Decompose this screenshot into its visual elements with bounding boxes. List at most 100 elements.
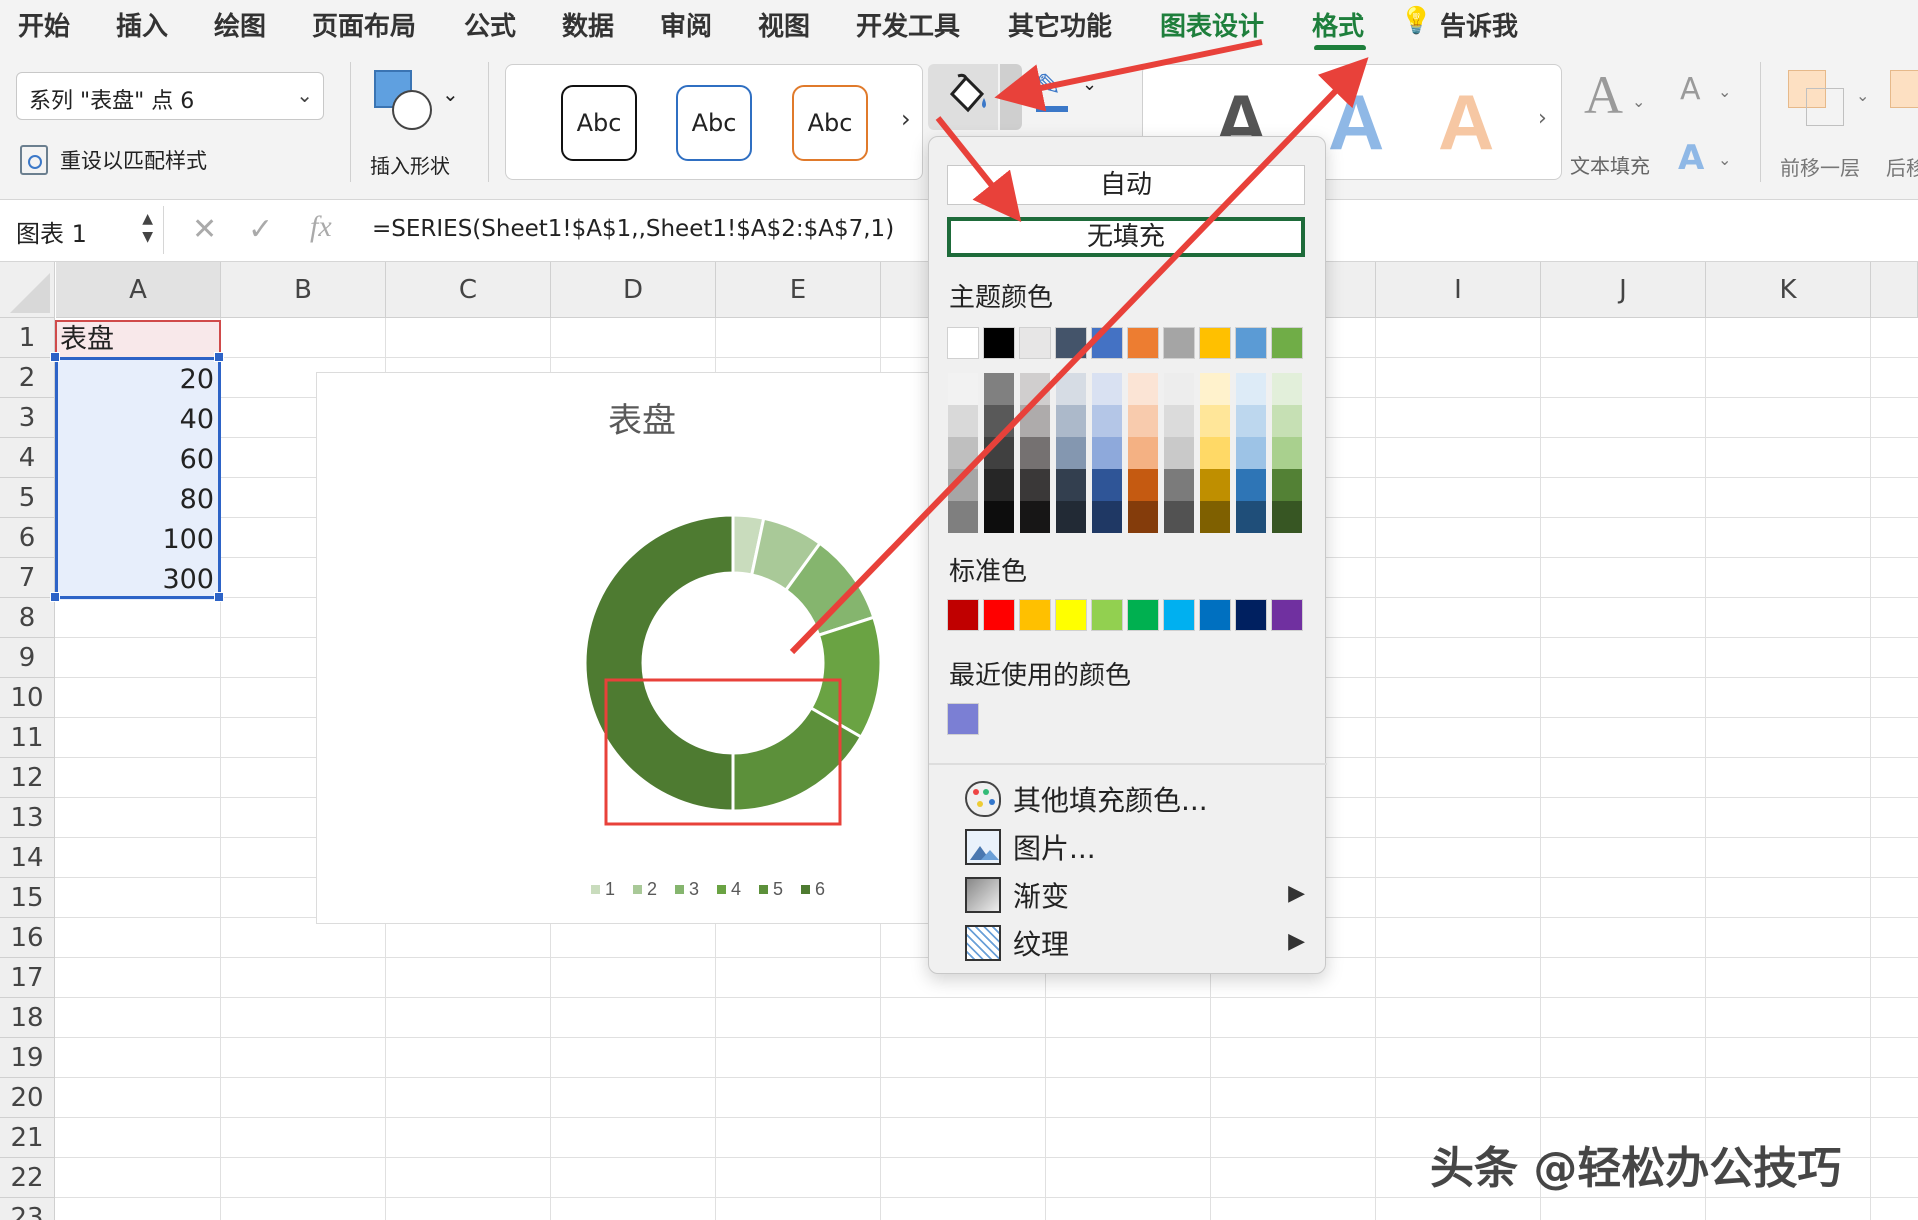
shape-fill-button[interactable]: ⌄: [928, 64, 1022, 130]
standard-color-swatch[interactable]: [983, 599, 1015, 631]
row-header-17[interactable]: 17: [0, 958, 55, 998]
theme-shade-swatch[interactable]: [1020, 405, 1050, 437]
menu-formulas[interactable]: 公式: [464, 6, 516, 43]
column-header-a[interactable]: A: [56, 262, 221, 318]
theme-shade-swatch[interactable]: [1128, 437, 1158, 469]
row-header-21[interactable]: 21: [0, 1118, 55, 1158]
theme-shade-swatch[interactable]: [1164, 437, 1194, 469]
row-header-8[interactable]: 8: [0, 598, 55, 638]
theme-shade-swatch[interactable]: [1128, 501, 1158, 533]
reset-to-match-style-button[interactable]: 重设以匹配样式: [20, 140, 207, 180]
menu-page-layout[interactable]: 页面布局: [312, 6, 416, 43]
theme-shade-swatch[interactable]: [984, 469, 1014, 501]
lightbulb-icon[interactable]: 💡: [1400, 6, 1432, 36]
theme-shade-swatch[interactable]: [1164, 373, 1194, 405]
row-header-5[interactable]: 5: [0, 478, 55, 518]
legend-swatch-5[interactable]: [759, 885, 768, 894]
menu-other[interactable]: 其它功能: [1008, 6, 1112, 43]
standard-color-swatch[interactable]: [1091, 599, 1123, 631]
theme-shade-swatch[interactable]: [1272, 373, 1302, 405]
shape-outline-button[interactable]: ✎ ⌄: [1030, 68, 1097, 118]
legend-swatch-6[interactable]: [801, 885, 810, 894]
column-header-c[interactable]: C: [386, 262, 551, 318]
text-outline-icon[interactable]: A: [1680, 72, 1701, 107]
row-header-2[interactable]: 2: [0, 358, 55, 398]
legend-label-1[interactable]: 1: [605, 879, 615, 899]
doughnut-chart[interactable]: 表盘 123456: [316, 372, 968, 924]
theme-shade-swatch[interactable]: [1092, 437, 1122, 469]
row-header-7[interactable]: 7: [0, 558, 55, 598]
legend-label-3[interactable]: 3: [689, 879, 699, 899]
legend-swatch-2[interactable]: [633, 885, 642, 894]
standard-color-swatch[interactable]: [1055, 599, 1087, 631]
theme-color-swatch[interactable]: [1271, 327, 1303, 359]
theme-color-swatch[interactable]: [983, 327, 1015, 359]
standard-color-swatch[interactable]: [1019, 599, 1051, 631]
menu-view[interactable]: 视图: [758, 6, 810, 43]
column-header-j[interactable]: J: [1541, 262, 1706, 318]
column-header-d[interactable]: D: [551, 262, 716, 318]
theme-shade-swatch[interactable]: [984, 405, 1014, 437]
column-header-k[interactable]: K: [1706, 262, 1871, 318]
theme-shade-swatch[interactable]: [1020, 373, 1050, 405]
shape-style-orange[interactable]: Abc: [792, 85, 868, 161]
column-header-b[interactable]: B: [221, 262, 386, 318]
column-header-l[interactable]: [1871, 262, 1918, 318]
row-header-18[interactable]: 18: [0, 998, 55, 1038]
row-header-9[interactable]: 9: [0, 638, 55, 678]
name-box[interactable]: 图表 1 ▲ ▼: [0, 206, 164, 254]
theme-shade-swatch[interactable]: [1200, 405, 1230, 437]
theme-shade-swatch[interactable]: [1092, 405, 1122, 437]
cell-a2[interactable]: 20: [56, 360, 220, 400]
wordart-style-blue[interactable]: A: [1328, 77, 1384, 168]
theme-shade-swatch[interactable]: [984, 437, 1014, 469]
legend-swatch-3[interactable]: [675, 885, 684, 894]
row-header-11[interactable]: 11: [0, 718, 55, 758]
cell-a3[interactable]: 40: [56, 400, 220, 440]
more-fill-colors-option[interactable]: 其他填充颜色...: [965, 777, 1305, 821]
theme-shade-swatch[interactable]: [948, 501, 978, 533]
cell-a6[interactable]: 100: [56, 520, 220, 560]
theme-color-swatch[interactable]: [1163, 327, 1195, 359]
shape-style-blue[interactable]: Abc: [676, 85, 752, 161]
menu-draw[interactable]: 绘图: [214, 6, 266, 43]
standard-color-swatch[interactable]: [1271, 599, 1303, 631]
theme-shade-swatch[interactable]: [1236, 469, 1266, 501]
theme-shade-swatch[interactable]: [1056, 469, 1086, 501]
row-header-12[interactable]: 12: [0, 758, 55, 798]
row-header-6[interactable]: 6: [0, 518, 55, 558]
gallery-next-icon[interactable]: ›: [901, 105, 911, 133]
menu-chart-design[interactable]: 图表设计: [1160, 6, 1264, 43]
theme-shade-swatch[interactable]: [1200, 373, 1230, 405]
legend-label-4[interactable]: 4: [731, 879, 741, 899]
wordart-style-orange[interactable]: A: [1438, 77, 1494, 168]
automatic-fill-option[interactable]: 自动: [947, 165, 1305, 205]
theme-shade-swatch[interactable]: [1236, 405, 1266, 437]
theme-shade-swatch[interactable]: [1092, 469, 1122, 501]
menu-tell-me[interactable]: 告诉我: [1440, 6, 1518, 43]
standard-color-swatch[interactable]: [947, 599, 979, 631]
texture-fill-option[interactable]: 纹理 ▶: [965, 921, 1305, 965]
cell-a4[interactable]: 60: [56, 440, 220, 480]
doughnut-slice-6[interactable]: [583, 513, 735, 813]
row-header-3[interactable]: 3: [0, 398, 55, 438]
menu-format[interactable]: 格式: [1312, 6, 1364, 43]
text-fill-button[interactable]: A ⌄ 文本填充: [1570, 60, 1650, 180]
theme-shade-swatch[interactable]: [1236, 501, 1266, 533]
menu-developer[interactable]: 开发工具: [856, 6, 960, 43]
range-handle[interactable]: [50, 352, 60, 362]
theme-shade-swatch[interactable]: [1164, 405, 1194, 437]
theme-shade-swatch[interactable]: [1092, 373, 1122, 405]
theme-shade-swatch[interactable]: [948, 373, 978, 405]
theme-shade-swatch[interactable]: [1020, 437, 1050, 469]
theme-shade-swatch[interactable]: [948, 469, 978, 501]
theme-shade-swatch[interactable]: [984, 373, 1014, 405]
theme-color-swatch[interactable]: [947, 327, 979, 359]
row-header-13[interactable]: 13: [0, 798, 55, 838]
menu-insert[interactable]: 插入: [116, 6, 168, 43]
theme-shade-swatch[interactable]: [1056, 373, 1086, 405]
theme-shade-swatch[interactable]: [1164, 501, 1194, 533]
theme-shade-swatch[interactable]: [948, 405, 978, 437]
cancel-icon[interactable]: ✕: [192, 212, 217, 247]
row-header-16[interactable]: 16: [0, 918, 55, 958]
